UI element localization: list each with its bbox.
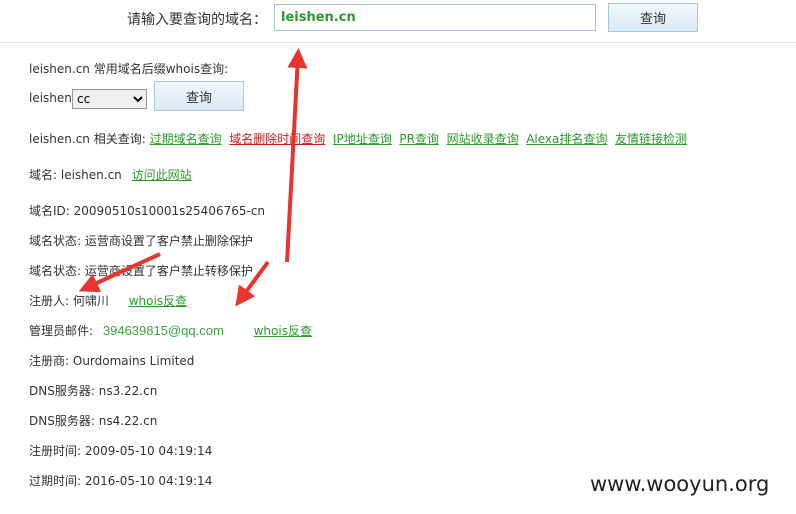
annotation-arrows [78, 48, 308, 307]
arrow-to-search-input [285, 48, 308, 263]
watermark: www.wooyun.org [590, 472, 770, 496]
arrow-to-registrant [78, 252, 161, 293]
arrow-to-admin-email [235, 260, 270, 307]
